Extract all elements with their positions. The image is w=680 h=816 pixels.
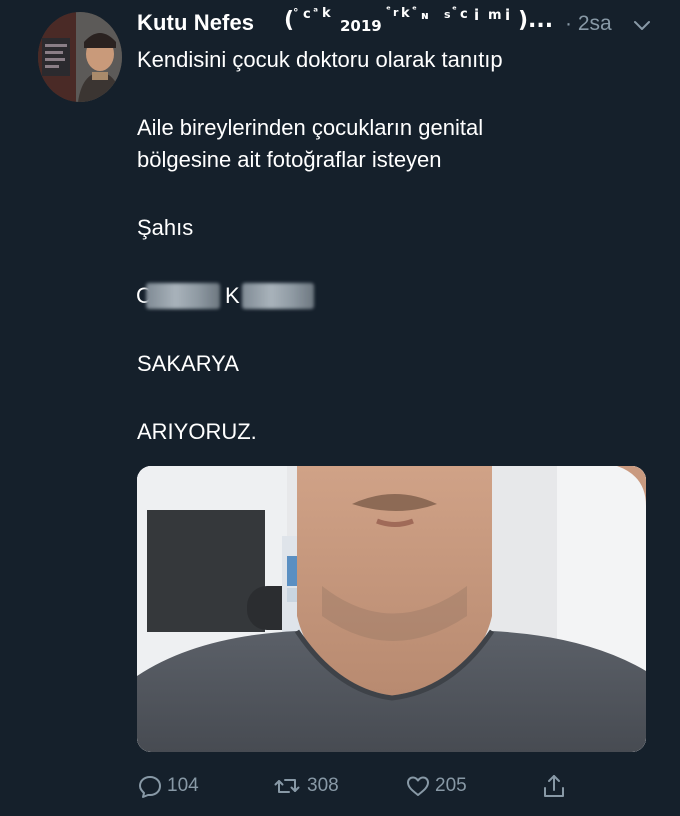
decoration-char: ɴ: [421, 9, 429, 22]
decoration-char: c: [460, 7, 468, 22]
retweet-count: 308: [307, 775, 339, 796]
avatar[interactable]: [38, 12, 122, 102]
tweet-line: ARIYORUZ.: [137, 419, 257, 444]
share-icon: [544, 775, 564, 797]
decoration-char: 𝗶: [474, 6, 480, 24]
decoration-char: ᵉ: [452, 5, 457, 16]
decoration-char: ᵃ: [313, 5, 319, 18]
heart-icon: [407, 776, 429, 796]
decoration-char: m: [488, 8, 502, 23]
blurred-last-name: [242, 283, 314, 309]
retweet-icon: [274, 779, 300, 793]
reply-button[interactable]: 104: [137, 770, 199, 802]
decoration-char: k: [322, 6, 331, 21]
reply-icon: [139, 776, 161, 798]
redacted-last-initial: K: [225, 283, 240, 308]
chevron-down-icon[interactable]: [631, 14, 653, 36]
decoration-char: k: [401, 6, 410, 21]
share-button[interactable]: [541, 770, 571, 802]
tweet-header: Kutu Nefes ( ° c ᵃ k 2019 ᵉ r k ᵉ ɴ s ᵉ …: [137, 5, 657, 40]
decoration-char: ᵉ: [412, 5, 417, 16]
tweet-time[interactable]: · 2sa: [565, 12, 612, 36]
photo-image: [137, 466, 646, 752]
tweet[interactable]: Kutu Nefes ( ° c ᵃ k 2019 ᵉ r k ᵉ ɴ s ᵉ …: [0, 0, 680, 816]
decoration-char: ᵉ: [386, 5, 391, 16]
avatar-image: [38, 12, 122, 102]
decoration-char: s: [444, 8, 451, 21]
tweet-line: Şahıs: [137, 215, 194, 240]
tweet-line: Kendisini çocuk doktoru olarak tanıtıp: [137, 47, 503, 72]
tweet-line: bölgesine ait fotoğraflar isteyen: [137, 147, 442, 172]
like-count: 205: [435, 775, 467, 796]
author-name[interactable]: Kutu Nefes: [137, 10, 254, 36]
like-button[interactable]: 205: [405, 770, 467, 802]
decoration-char: )...: [518, 8, 554, 33]
decoration-char: °: [293, 6, 299, 19]
name-decoration: ( ° c ᵃ k 2019 ᵉ r k ᵉ ɴ s ᵉ c 𝗶 m 𝗶 )..…: [284, 5, 556, 38]
blurred-first-name: [146, 283, 220, 309]
decoration-char: c: [303, 7, 311, 22]
tweet-line: Aile bireylerinden çocukların genital: [137, 115, 484, 140]
tweet-actions: 104 308 205: [137, 770, 577, 802]
reply-count: 104: [167, 775, 199, 796]
retweet-button[interactable]: 308: [271, 770, 339, 802]
decoration-char: r: [393, 6, 399, 19]
tweet-photo[interactable]: [137, 466, 646, 752]
decoration-char: 2019: [340, 17, 382, 35]
tweet-line: SAKARYA: [137, 351, 239, 376]
decoration-char: 𝗶: [505, 6, 511, 24]
